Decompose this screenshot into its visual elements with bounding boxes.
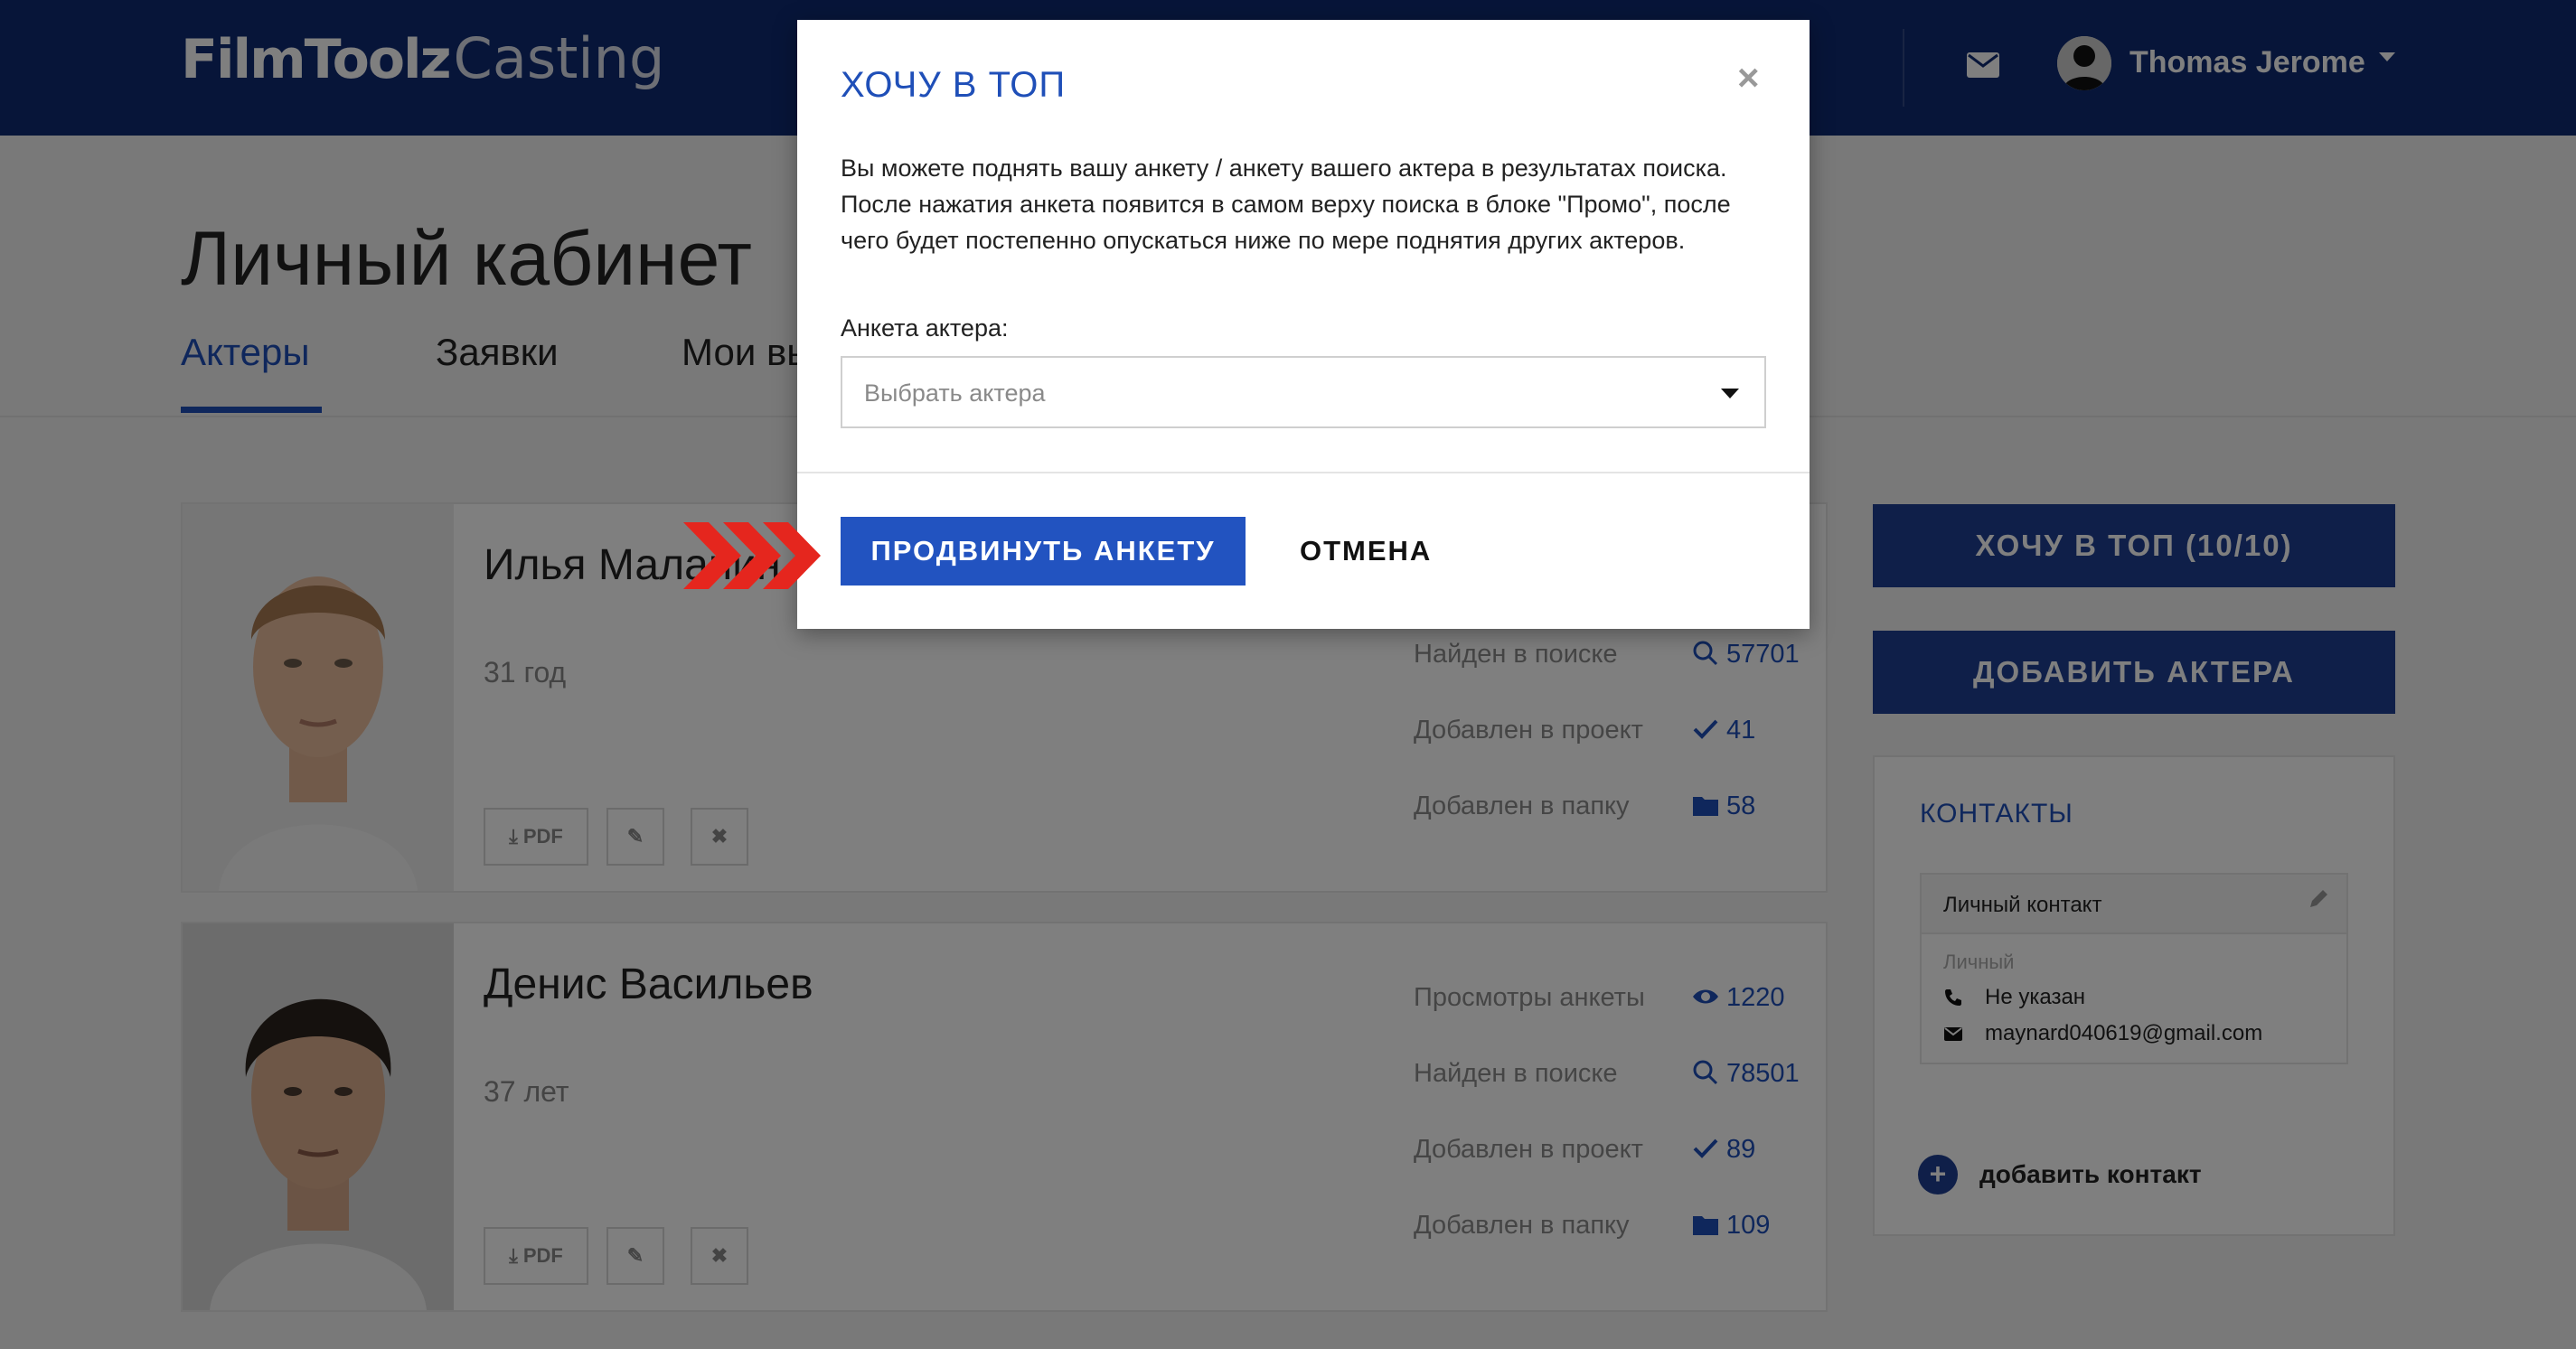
- promote-profile-button[interactable]: ПРОДВИНУТЬ АНКЕТУ: [841, 517, 1246, 586]
- actor-select[interactable]: Выбрать актера: [841, 356, 1766, 428]
- caret-down-icon: [1721, 389, 1739, 398]
- actor-select-placeholder: Выбрать актера: [864, 379, 1046, 407]
- actor-select-label: Анкета актера:: [841, 314, 1009, 342]
- modal-description: Вы можете поднять вашу анкету / анкету в…: [841, 155, 1731, 254]
- modal-divider: [797, 472, 1810, 473]
- close-icon[interactable]: ×: [1737, 56, 1760, 99]
- modal-title: ХОЧУ В ТОП: [841, 65, 1067, 105]
- promote-modal: ХОЧУ В ТОП × Вы можете поднять вашу анке…: [797, 20, 1810, 629]
- cancel-button[interactable]: ОТМЕНА: [1300, 517, 1432, 586]
- red-chevron-arrows-icon: [683, 522, 821, 589]
